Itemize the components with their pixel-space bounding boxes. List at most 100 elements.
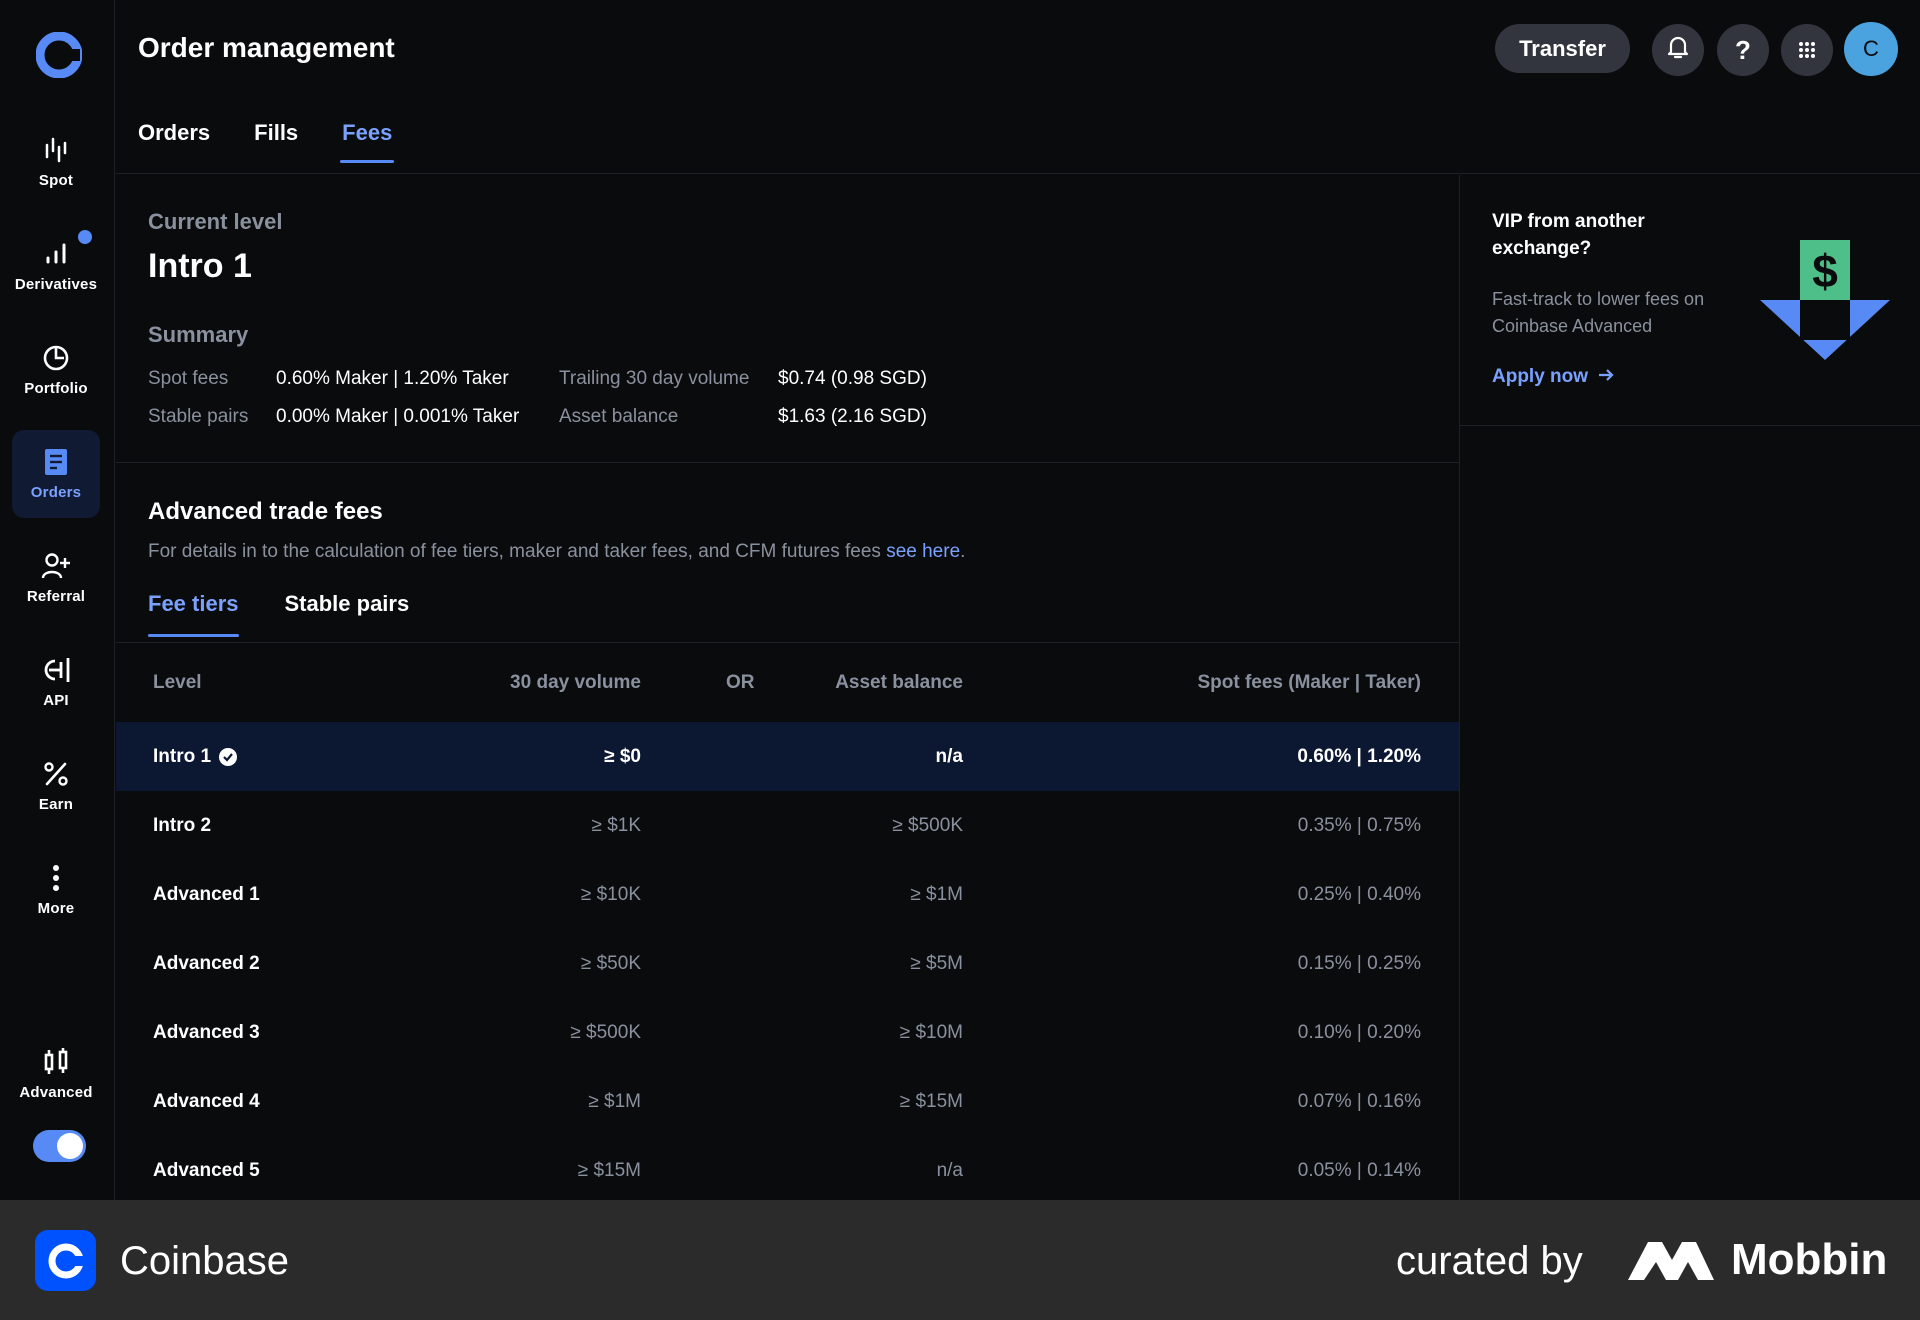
sidebar-item-api[interactable]: API <box>12 638 100 726</box>
see-here-link[interactable]: see here <box>886 541 960 562</box>
apply-now-link[interactable]: Apply now <box>1492 366 1614 388</box>
vip-divider <box>1460 425 1920 426</box>
stable-pairs-value: 0.00% Maker | 0.001% Taker <box>276 406 520 427</box>
left-sidebar: Spot Derivatives Portfolio Orders Referr… <box>0 0 115 1200</box>
notifications-button[interactable] <box>1652 24 1704 76</box>
arrow-right-icon <box>1598 366 1614 388</box>
sidebar-item-orders[interactable]: Orders <box>12 430 100 518</box>
sidebar-item-derivatives[interactable]: Derivatives <box>12 222 100 310</box>
sidebar-item-advanced: Advanced <box>12 1034 100 1114</box>
grid-icon <box>1798 35 1816 66</box>
svg-text:$: $ <box>1812 245 1838 297</box>
row-asset-balance: n/a <box>936 1159 963 1181</box>
sidebar-item-label: API <box>43 692 69 709</box>
volume-value: $0.74 (0.98 SGD) <box>778 368 927 389</box>
spot-fees-label: Spot fees <box>148 368 229 389</box>
summary-title: Summary <box>148 322 249 347</box>
table-row: Advanced 3 ≥ $500K ≥ $10M 0.10% | 0.20% <box>116 998 1459 1067</box>
stable-pairs-label: Stable pairs <box>148 406 249 427</box>
checkmark-icon <box>219 747 238 766</box>
vip-side-panel: VIP from another exchange? Fast-track to… <box>1459 175 1920 1200</box>
row-volume: ≥ $1M <box>588 1090 641 1112</box>
row-level: Advanced 4 <box>153 1090 260 1112</box>
row-level: Intro 1 <box>153 745 238 768</box>
advanced-mode-toggle[interactable] <box>33 1130 86 1162</box>
sidebar-item-spot[interactable]: Spot <box>12 118 100 206</box>
header-asset-balance: Asset balance <box>835 671 963 693</box>
bar-chart-icon <box>41 239 71 269</box>
spot-chart-icon <box>41 135 71 165</box>
table-header: Level 30 day volume OR Asset balance Spo… <box>116 643 1459 722</box>
advanced-fees-title: Advanced trade fees <box>148 498 383 525</box>
question-mark-icon: ? <box>1735 34 1751 65</box>
level-name: Intro 1 <box>153 745 212 767</box>
sidebar-item-earn[interactable]: Earn <box>12 742 100 830</box>
row-level: Advanced 2 <box>153 952 260 974</box>
sidebar-item-more[interactable]: More <box>12 846 100 934</box>
row-asset-balance: ≥ $15M <box>899 1090 963 1112</box>
percent-icon <box>41 759 71 789</box>
fee-sub-tabs: Fee tiers Stable pairs <box>148 591 409 637</box>
table-row: Advanced 2 ≥ $50K ≥ $5M 0.15% | 0.25% <box>116 929 1459 998</box>
row-volume: ≥ $500K <box>570 1021 641 1043</box>
current-level-value: Intro 1 <box>148 247 252 285</box>
tab-orders[interactable]: Orders <box>138 120 210 162</box>
row-spot-fees: 0.10% | 0.20% <box>1297 1021 1421 1043</box>
sidebar-item-referral[interactable]: Referral <box>12 534 100 622</box>
avatar[interactable]: C <box>1844 22 1898 76</box>
api-icon <box>41 655 71 685</box>
tab-stable-pairs[interactable]: Stable pairs <box>285 591 410 637</box>
row-level: Intro 2 <box>153 814 212 836</box>
toggle-knob <box>57 1133 83 1159</box>
advanced-fees-description: For details in to the calculation of fee… <box>148 541 965 563</box>
tab-fills[interactable]: Fills <box>254 120 298 162</box>
header-or: OR <box>726 671 755 693</box>
row-spot-fees: 0.60% | 1.20% <box>1297 745 1421 767</box>
sidebar-item-label: Orders <box>30 484 82 501</box>
apps-button[interactable] <box>1781 24 1833 76</box>
row-spot-fees: 0.15% | 0.25% <box>1297 952 1421 974</box>
coinbase-logo-icon[interactable] <box>35 31 83 79</box>
description-text: For details in to the calculation of fee… <box>148 541 887 562</box>
help-button[interactable]: ? <box>1717 24 1769 76</box>
footer-banner: Coinbase curated by Mobbin <box>0 1200 1920 1320</box>
fee-tiers-table: Level 30 day volume OR Asset balance Spo… <box>116 643 1459 1200</box>
row-asset-balance: n/a <box>935 745 963 767</box>
sidebar-item-label: More <box>37 900 75 917</box>
current-level-section: Current level Intro 1 <box>148 209 283 286</box>
row-level: Advanced 5 <box>153 1159 260 1181</box>
row-asset-balance: ≥ $5M <box>910 952 963 974</box>
row-volume: ≥ $15M <box>577 1159 641 1181</box>
current-level-label: Current level <box>148 209 283 234</box>
table-row: Intro 1 ≥ $0 n/a 0.60% | 1.20% <box>116 722 1459 791</box>
row-spot-fees: 0.35% | 0.75% <box>1297 814 1421 836</box>
page-title: Order management <box>138 32 395 63</box>
curator-name: Mobbin <box>1731 1235 1888 1284</box>
candlestick-icon <box>41 1047 71 1077</box>
row-volume: ≥ $1K <box>591 814 641 836</box>
sidebar-item-label: Spot <box>38 172 74 189</box>
bell-icon <box>1666 34 1690 67</box>
tab-fees[interactable]: Fees <box>340 120 395 163</box>
table-row: Advanced 4 ≥ $1M ≥ $15M 0.07% | 0.16% <box>116 1067 1459 1136</box>
table-row: Intro 2 ≥ $1K ≥ $500K 0.35% | 0.75% <box>116 791 1459 860</box>
header-volume: 30 day volume <box>510 671 641 693</box>
row-asset-balance: ≥ $500K <box>892 814 963 836</box>
transfer-button[interactable]: Transfer <box>1495 24 1630 73</box>
spot-fees-value: 0.60% Maker | 1.20% Taker <box>276 368 509 389</box>
table-row: Advanced 5 ≥ $15M n/a 0.05% | 0.14% <box>116 1136 1459 1200</box>
coinbase-brand-icon <box>35 1230 96 1291</box>
row-asset-balance: ≥ $1M <box>910 883 963 905</box>
sidebar-item-label: Advanced <box>19 1084 93 1101</box>
section-divider <box>116 462 1459 463</box>
row-spot-fees: 0.25% | 0.40% <box>1297 883 1421 905</box>
sidebar-item-label: Portfolio <box>24 380 88 397</box>
more-vertical-icon <box>41 863 71 893</box>
add-user-icon <box>41 551 71 581</box>
brand-name: Coinbase <box>120 1239 290 1283</box>
fees-main-panel: Current level Intro 1 Summary Spot fees … <box>116 175 1459 1200</box>
sidebar-item-portfolio[interactable]: Portfolio <box>12 326 100 414</box>
volume-label: Trailing 30 day volume <box>559 368 750 389</box>
tab-fee-tiers[interactable]: Fee tiers <box>148 591 239 637</box>
row-level: Advanced 1 <box>153 883 260 905</box>
